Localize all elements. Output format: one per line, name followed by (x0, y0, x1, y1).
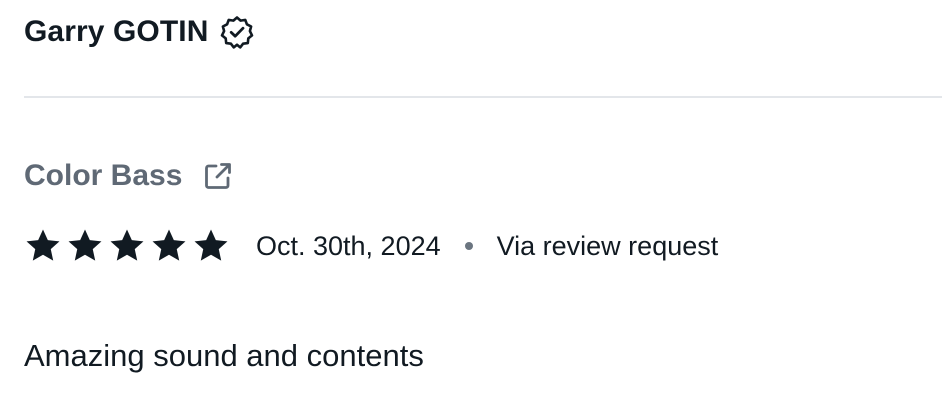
reviewer-name[interactable]: Garry GOTIN (24, 17, 208, 47)
star-icon (66, 227, 104, 265)
star-icon (108, 227, 146, 265)
verified-badge-icon (220, 15, 254, 49)
review-date: Oct. 30th, 2024 (256, 233, 441, 260)
star-icon (150, 227, 188, 265)
separator-dot (465, 242, 473, 250)
review-source: Via review request (497, 233, 719, 260)
external-link-icon[interactable] (202, 160, 234, 192)
reviewer-header: Garry GOTIN (24, 10, 254, 54)
star-icon (24, 227, 62, 265)
star-rating (24, 227, 230, 265)
product-link[interactable]: Color Bass (24, 161, 182, 191)
star-icon (192, 227, 230, 265)
header-divider (24, 96, 942, 98)
review-meta: Oct. 30th, 2024 Via review request (24, 224, 718, 268)
product-row: Color Bass (24, 155, 234, 197)
review-text: Amazing sound and contents (24, 340, 424, 371)
